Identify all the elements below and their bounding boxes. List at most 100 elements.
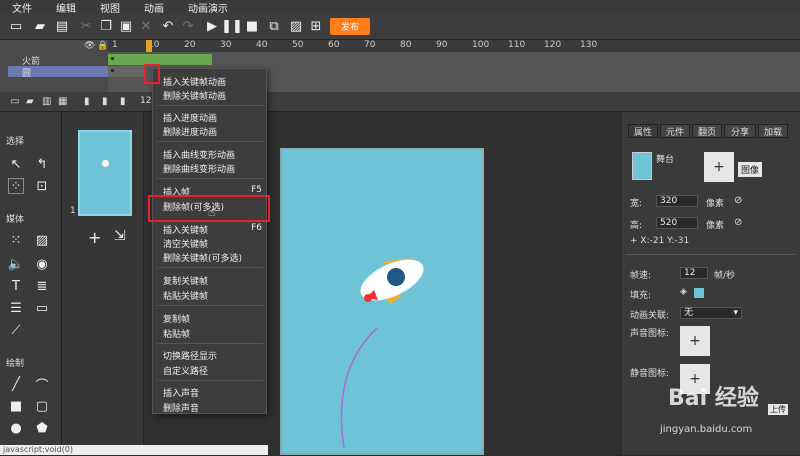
menu-item[interactable]: 插入曲线变形动画 bbox=[163, 148, 235, 161]
layer-row[interactable]: 圆 bbox=[8, 66, 108, 79]
import-page-icon[interactable]: ⇲ bbox=[114, 228, 126, 244]
tab-share[interactable]: 分享 bbox=[724, 124, 756, 138]
add-stage-image-button[interactable]: + bbox=[704, 152, 734, 182]
delete-icon[interactable]: ✕ bbox=[138, 18, 154, 34]
menu-item[interactable]: 插入进度动画 bbox=[163, 111, 217, 124]
playhead[interactable] bbox=[146, 40, 152, 52]
redo-icon[interactable]: ↷ bbox=[180, 18, 196, 34]
link-icon[interactable]: ⊘ bbox=[734, 217, 742, 228]
copy-icon[interactable]: ❐ bbox=[98, 18, 114, 34]
trash-icon[interactable]: ▥ bbox=[42, 96, 51, 107]
tick-label: 1 bbox=[112, 40, 118, 50]
width-unit: 像素 bbox=[706, 199, 725, 209]
menu-item[interactable]: 删除关键帧动画 bbox=[163, 89, 226, 102]
image-button[interactable]: 图像 bbox=[738, 162, 763, 177]
code-icon[interactable]: ▭ bbox=[34, 300, 50, 316]
curve-icon[interactable]: ⌒ bbox=[34, 376, 50, 394]
open-folder-icon[interactable]: ▰ bbox=[32, 18, 48, 34]
first-frame-icon[interactable]: ▮ bbox=[84, 96, 90, 107]
frame-span-rocket[interactable] bbox=[108, 54, 212, 65]
rich-text-icon[interactable]: ≣ bbox=[34, 278, 50, 294]
menu-item[interactable]: 清空关键帧 bbox=[163, 237, 208, 250]
paste-icon[interactable]: ▣ bbox=[118, 18, 134, 34]
cut-icon[interactable]: ✂ bbox=[78, 18, 94, 34]
preview-icon[interactable]: ■ bbox=[244, 18, 260, 34]
text-icon[interactable]: T bbox=[8, 278, 24, 294]
menu-edit[interactable]: 编辑 bbox=[44, 0, 88, 15]
menu-item[interactable]: 插入声音 bbox=[163, 386, 199, 399]
image-icon[interactable]: ▨ bbox=[34, 232, 50, 248]
menu-item[interactable]: 切换路径显示 bbox=[163, 349, 217, 362]
export-icon[interactable]: ⧉ bbox=[266, 18, 282, 34]
tab-paging[interactable]: 翻页 bbox=[692, 124, 722, 138]
menu-item[interactable]: 粘贴帧 bbox=[163, 327, 190, 340]
line-icon[interactable]: ╱ bbox=[8, 376, 24, 392]
new-file-icon[interactable]: ▭ bbox=[8, 18, 24, 34]
save-icon[interactable]: ▤ bbox=[54, 18, 70, 34]
tab-symbols[interactable]: 元件 bbox=[660, 124, 690, 138]
image-icon[interactable]: ▨ bbox=[288, 18, 304, 34]
crop-icon[interactable]: ⊡ bbox=[34, 178, 50, 194]
menu-item[interactable]: 删除关键帧(可多选) bbox=[163, 251, 242, 264]
rounded-rect-icon[interactable]: ▢ bbox=[34, 398, 50, 414]
pointer-icon[interactable]: ↖ bbox=[8, 156, 24, 172]
stage[interactable] bbox=[280, 148, 484, 455]
layer-row[interactable]: 火箭 bbox=[8, 54, 108, 67]
link-icon[interactable]: ⊘ bbox=[734, 195, 742, 206]
menu-shortcut: F6 bbox=[251, 223, 262, 233]
upload-button[interactable]: 上传 bbox=[768, 404, 788, 415]
pause-icon[interactable]: ❚❚ bbox=[221, 18, 243, 34]
menu-item[interactable]: 插入关键帧动画 bbox=[163, 75, 226, 88]
eye-icon[interactable]: 👁 bbox=[84, 41, 95, 51]
grid-icon[interactable]: ⁙ bbox=[8, 232, 24, 248]
menu-view[interactable]: 视图 bbox=[88, 0, 132, 15]
undo-icon[interactable]: ↶ bbox=[160, 18, 176, 34]
next-frame-icon[interactable]: ▮ bbox=[120, 96, 126, 107]
fps-input[interactable]: 12 bbox=[680, 267, 708, 279]
sound-icon[interactable]: 🔈 bbox=[8, 256, 24, 272]
paint-bucket-icon[interactable]: ◈ bbox=[680, 287, 687, 297]
layer-settings-icon[interactable]: ▦ bbox=[58, 96, 67, 107]
chart-icon[interactable]: ⟋ bbox=[8, 322, 24, 338]
prev-frame-icon[interactable]: ▮ bbox=[102, 96, 108, 107]
tab-load[interactable]: 加载 bbox=[758, 124, 788, 138]
video-icon[interactable]: ◉ bbox=[34, 256, 50, 272]
transform-icon[interactable]: ⁘ bbox=[8, 178, 24, 194]
form-icon[interactable]: ☰ bbox=[8, 300, 24, 316]
height-input[interactable]: 520 bbox=[656, 217, 698, 229]
tick-label: 100 bbox=[472, 40, 490, 50]
menu-animation-demo[interactable]: 动画演示 bbox=[176, 0, 240, 15]
circle-icon[interactable]: ● bbox=[8, 420, 24, 436]
menu-item[interactable]: 复制关键帧 bbox=[163, 274, 208, 287]
h5-icon[interactable]: ⊞ bbox=[308, 18, 324, 34]
section-title: 选择 bbox=[6, 137, 25, 147]
menu-item[interactable]: 删除曲线变形动画 bbox=[163, 162, 235, 175]
page-thumbnail[interactable] bbox=[78, 130, 132, 216]
rectangle-icon[interactable]: ■ bbox=[8, 398, 24, 414]
subselect-icon[interactable]: ↰ bbox=[34, 156, 50, 172]
menu-item[interactable]: 粘贴关键帧 bbox=[163, 289, 208, 302]
layer-folder-icon[interactable]: ▰ bbox=[26, 96, 34, 107]
menu-item[interactable]: 删除进度动画 bbox=[163, 125, 217, 138]
menu-animation[interactable]: 动画 bbox=[132, 0, 176, 15]
fill-color-swatch[interactable] bbox=[694, 288, 704, 298]
coords-readout: + X:-21 Y:-31 bbox=[630, 236, 690, 246]
add-page-icon[interactable]: + bbox=[88, 228, 101, 247]
width-input[interactable]: 320 bbox=[656, 195, 698, 207]
menu-item[interactable]: 插入关键帧 bbox=[163, 223, 208, 236]
rocket-icon[interactable] bbox=[354, 251, 429, 309]
lock-icon[interactable]: 🔒 bbox=[97, 41, 108, 51]
menu-item[interactable]: 复制帧 bbox=[163, 312, 190, 325]
polygon-icon[interactable]: ⬟ bbox=[34, 420, 50, 436]
tab-properties[interactable]: 属性 bbox=[628, 124, 658, 138]
stage-preview bbox=[632, 152, 652, 180]
anim-link-select[interactable]: 无 ▾ bbox=[680, 307, 742, 319]
menu-item[interactable]: 自定义路径 bbox=[163, 364, 208, 377]
publish-button[interactable]: 发布 bbox=[330, 18, 370, 35]
new-layer-icon[interactable]: ▭ bbox=[10, 96, 19, 107]
play-icon[interactable]: ▶ bbox=[204, 18, 220, 34]
stage-label: 舞台 bbox=[656, 155, 675, 165]
menu-item[interactable]: 删除声音 bbox=[163, 401, 199, 414]
menu-file[interactable]: 文件 bbox=[0, 0, 44, 15]
add-sound-icon-button[interactable]: + bbox=[680, 326, 710, 356]
